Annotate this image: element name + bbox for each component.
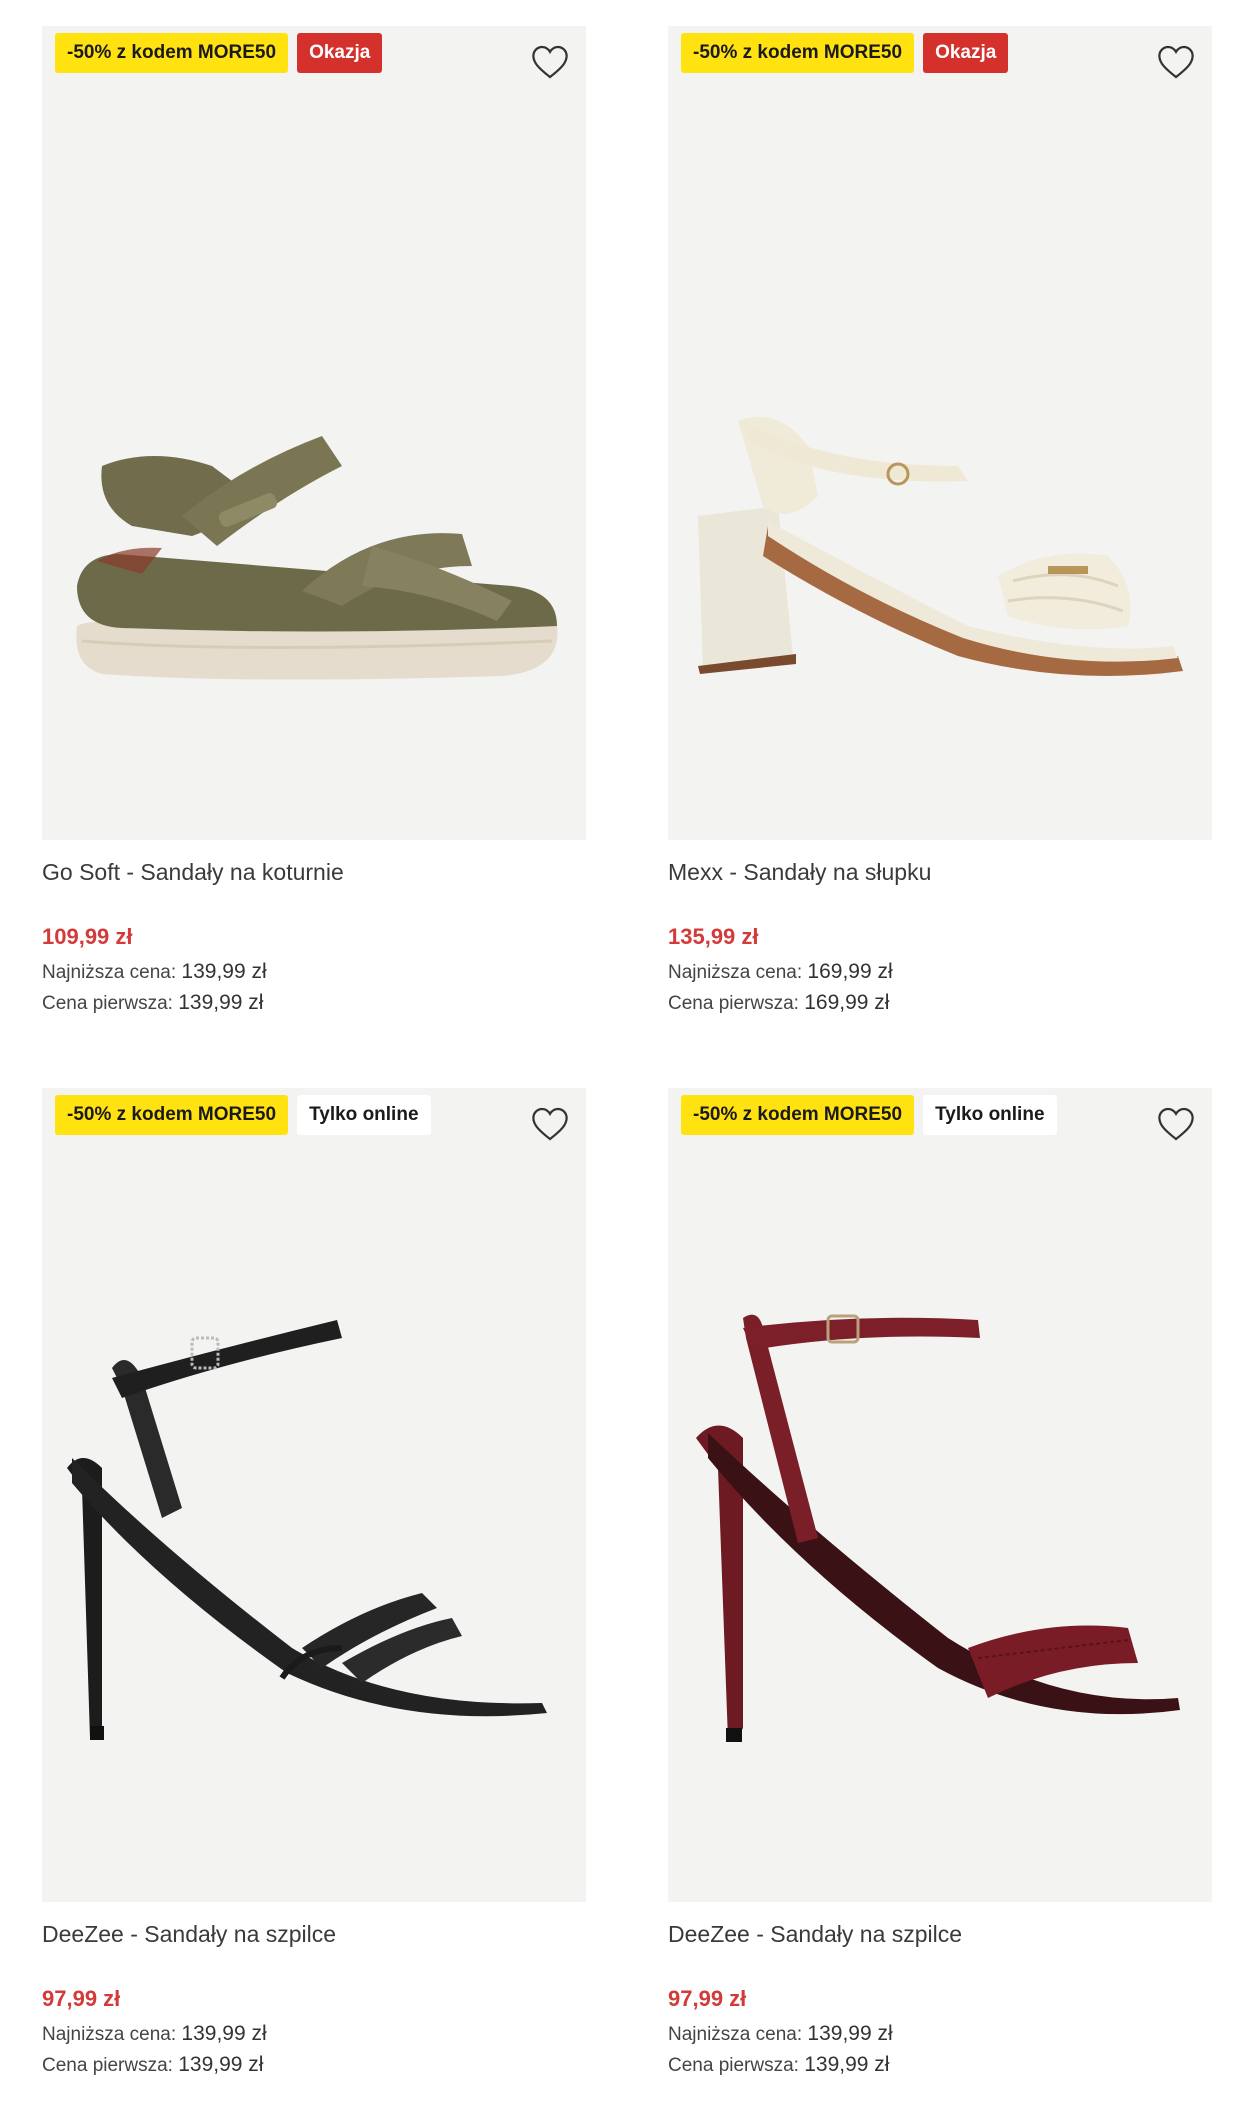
lowest-price-row: Najniższa cena: 139,99 zł <box>42 2019 586 2050</box>
lowest-price-value: 169,99 zł <box>807 960 893 983</box>
product-image-burgundy-stiletto-sandal <box>696 1314 1180 1742</box>
first-price-label: Cena pierwsza: <box>42 2055 173 2076</box>
product-card[interactable]: -50% z kodem MORE50 Okazja <box>668 26 1212 1019</box>
product-price: 135,99 zł <box>668 924 759 949</box>
lowest-price-value: 139,99 zł <box>181 960 267 983</box>
product-image-container[interactable]: -50% z kodem MORE50 Okazja <box>42 26 586 840</box>
first-price-value: 139,99 zł <box>804 2053 890 2076</box>
lowest-price-row: Najniższa cena: 169,99 zł <box>668 957 1212 988</box>
product-title[interactable]: DeeZee - Sandały na szpilce <box>42 1919 586 1949</box>
first-price-value: 169,99 zł <box>804 991 890 1014</box>
product-image-olive-wedge-sandal <box>76 436 558 680</box>
product-image-container[interactable]: -50% z kodem MORE50 Okazja <box>668 26 1212 840</box>
product-card[interactable]: -50% z kodem MORE50 Okazja <box>42 26 586 1019</box>
product-image-container[interactable]: -50% z kodem MORE50 Tylko online <box>42 1088 586 1902</box>
product-price: 97,99 zł <box>668 1986 747 2011</box>
product-image-cream-block-heel-sandal <box>698 416 1183 676</box>
lowest-price-label: Najniższa cena: <box>668 2024 803 2045</box>
first-price-row: Cena pierwsza: 139,99 zł <box>42 2050 586 2081</box>
product-grid: -50% z kodem MORE50 Okazja Go Soft - San… <box>0 0 1250 2123</box>
product-image-container[interactable]: -50% z kodem MORE50 Tylko online <box>668 1088 1212 1902</box>
first-price-label: Cena pierwsza: <box>42 993 173 1014</box>
product-title[interactable]: Mexx - Sandały na słupku <box>668 857 1212 887</box>
first-price-label: Cena pierwsza: <box>668 2055 799 2076</box>
lowest-price-label: Najniższa cena: <box>42 2024 177 2045</box>
product-title[interactable]: Go Soft - Sandały na koturnie <box>42 857 586 887</box>
lowest-price-label: Najniższa cena: <box>668 962 803 983</box>
lowest-price-row: Najniższa cena: 139,99 zł <box>668 2019 1212 2050</box>
first-price-label: Cena pierwsza: <box>668 993 799 1014</box>
product-card[interactable]: -50% z kodem MORE50 Tylko online DeeZee … <box>668 1088 1212 2081</box>
lowest-price-row: Najniższa cena: 139,99 zł <box>42 957 586 988</box>
lowest-price-value: 139,99 zł <box>181 2022 267 2045</box>
product-price: 97,99 zł <box>42 1986 121 2011</box>
first-price-row: Cena pierwsza: 169,99 zł <box>668 988 1212 1019</box>
lowest-price-label: Najniższa cena: <box>42 962 177 983</box>
product-card[interactable]: -50% z kodem MORE50 Tylko online DeeZee … <box>42 1088 586 2081</box>
lowest-price-value: 139,99 zł <box>807 2022 893 2045</box>
product-title[interactable]: DeeZee - Sandały na szpilce <box>668 1919 1212 1949</box>
first-price-value: 139,99 zł <box>178 2053 264 2076</box>
first-price-value: 139,99 zł <box>178 991 264 1014</box>
first-price-row: Cena pierwsza: 139,99 zł <box>42 988 586 1019</box>
first-price-row: Cena pierwsza: 139,99 zł <box>668 2050 1212 2081</box>
product-price: 109,99 zł <box>42 924 133 949</box>
product-image-black-stiletto-sandal <box>67 1320 547 1740</box>
